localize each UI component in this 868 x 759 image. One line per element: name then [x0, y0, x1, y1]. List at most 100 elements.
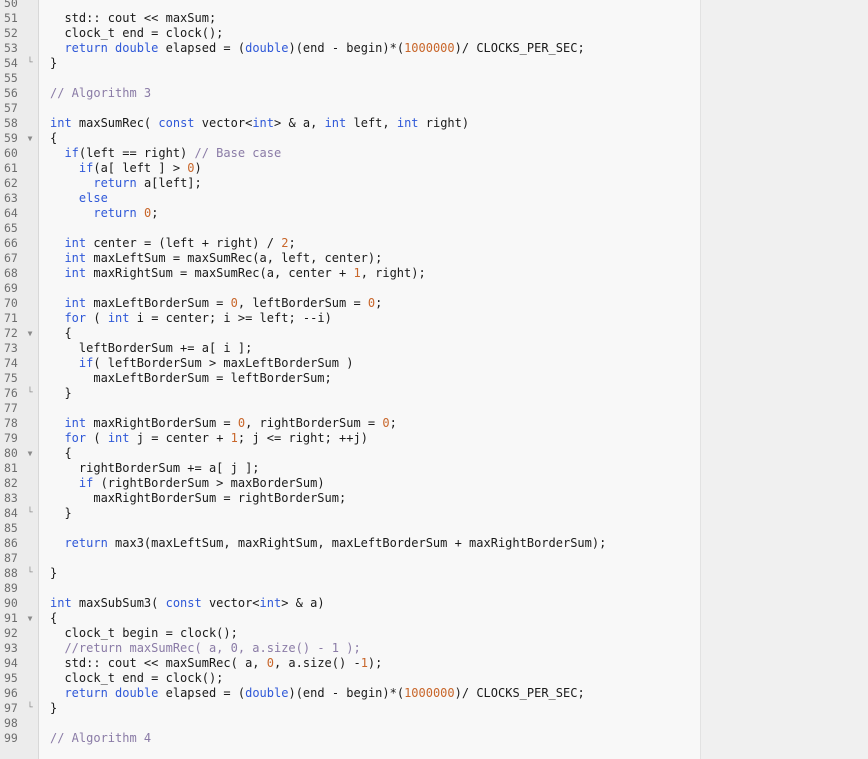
code-line[interactable]: 50 — [0, 0, 868, 11]
code-line[interactable]: 97 └} — [0, 701, 868, 716]
code-text: int maxLeftBorderSum = 0, leftBorderSum … — [50, 296, 382, 311]
code-token: vector< — [194, 116, 253, 130]
code-line[interactable]: 65 — [0, 221, 868, 236]
code-line[interactable]: 89 — [0, 581, 868, 596]
code-line[interactable]: 75 maxLeftBorderSum = leftBorderSum; — [0, 371, 868, 386]
code-line[interactable]: 98 — [0, 716, 868, 731]
code-line[interactable]: 54 └} — [0, 56, 868, 71]
code-line[interactable]: 70 int maxLeftBorderSum = 0, leftBorderS… — [0, 296, 868, 311]
code-line[interactable]: 84 └ } — [0, 506, 868, 521]
line-number: 84 — [4, 506, 18, 520]
code-token: center = (left + right) / — [86, 236, 282, 250]
code-line[interactable]: 68 int maxRightSum = maxSumRec(a, center… — [0, 266, 868, 281]
line-number: 82 — [4, 476, 18, 490]
code-token: i = center; i >= left; --i) — [129, 311, 332, 325]
line-number: 98 — [4, 716, 18, 730]
line-number: 61 — [4, 161, 18, 175]
code-line[interactable]: 83 maxRightBorderSum = rightBorderSum; — [0, 491, 868, 506]
code-text: clock_t end = clock(); — [50, 26, 223, 41]
line-number: 56 — [4, 86, 18, 100]
code-line[interactable]: 63 else — [0, 191, 868, 206]
fold-toggle-icon[interactable]: ▼ — [25, 326, 35, 341]
code-line[interactable]: 96 return double elapsed = (double)(end … — [0, 686, 868, 701]
line-number: 63 — [4, 191, 18, 205]
code-line[interactable]: 90 int maxSubSum3( const vector<int> & a) — [0, 596, 868, 611]
fold-toggle-icon[interactable]: ▼ — [25, 446, 35, 461]
code-line[interactable]: 76 └ } — [0, 386, 868, 401]
code-editor[interactable]: 50 51 std:: cout << maxSum; 52 clock_t end… — [0, 0, 868, 759]
code-text: return a[left]; — [50, 176, 201, 191]
line-number: 74 — [4, 356, 18, 370]
code-line[interactable]: 86 return max3(maxLeftSum, maxRightSum, … — [0, 536, 868, 551]
code-text: //return maxSumRec( a, 0, a.size() - 1 )… — [50, 641, 360, 656]
code-line[interactable]: 60 if(left == right) // Base case — [0, 146, 868, 161]
code-line[interactable]: 92 clock_t begin = clock(); — [0, 626, 868, 641]
code-text: } — [50, 506, 71, 521]
code-line[interactable]: 51 std:: cout << maxSum; — [0, 11, 868, 26]
code-token: ) — [194, 161, 202, 175]
code-line[interactable]: 80 ▼ { — [0, 446, 868, 461]
code-line[interactable]: 57 — [0, 101, 868, 116]
keyword-token: int — [107, 311, 130, 325]
code-line[interactable]: 85 — [0, 521, 868, 536]
number-token: 1000000 — [404, 686, 455, 700]
code-line[interactable]: 52 clock_t end = clock(); — [0, 26, 868, 41]
code-line[interactable]: 79 for ( int j = center + 1; j <= right;… — [0, 431, 868, 446]
code-line[interactable]: 73 leftBorderSum += a[ i ]; — [0, 341, 868, 356]
code-line[interactable]: 56 // Algorithm 3 — [0, 86, 868, 101]
code-token: )(end - begin)*( — [288, 686, 405, 700]
code-line[interactable]: 99 // Algorithm 4 — [0, 731, 868, 746]
code-line[interactable]: 55 — [0, 71, 868, 86]
code-token: } — [50, 701, 58, 715]
code-line[interactable]: 53 return double elapsed = (double)(end … — [0, 41, 868, 56]
code-line[interactable]: 72 ▼ { — [0, 326, 868, 341]
code-lines: 50 51 std:: cout << maxSum; 52 clock_t end… — [0, 0, 868, 746]
keyword-token: return — [64, 41, 108, 55]
code-line[interactable]: 87 — [0, 551, 868, 566]
line-number: 64 — [4, 206, 18, 220]
code-token: } — [50, 56, 58, 70]
code-line[interactable]: 95 clock_t end = clock(); — [0, 671, 868, 686]
keyword-token: if — [78, 356, 94, 370]
code-line[interactable]: 69 — [0, 281, 868, 296]
code-line[interactable]: 77 — [0, 401, 868, 416]
code-line[interactable]: 82 if (rightBorderSum > maxBorderSum) — [0, 476, 868, 491]
line-number: 55 — [4, 71, 18, 85]
comment-token: // Algorithm 3 — [50, 86, 152, 100]
code-line[interactable]: 78 int maxRightBorderSum = 0, rightBorde… — [0, 416, 868, 431]
code-line[interactable]: 64 return 0; — [0, 206, 868, 221]
code-line[interactable]: 58 int maxSumRec( const vector<int> & a, … — [0, 116, 868, 131]
line-number: 67 — [4, 251, 18, 265]
fold-toggle-icon[interactable]: ▼ — [25, 611, 35, 626]
code-line[interactable]: 91 ▼ { — [0, 611, 868, 626]
keyword-token: int — [50, 116, 72, 130]
code-line[interactable]: 74 if( leftBorderSum > maxLeftBorderSum … — [0, 356, 868, 371]
line-number: 96 — [4, 686, 18, 700]
code-line[interactable]: 66 int center = (left + right) / 2; — [0, 236, 868, 251]
line-number: 50 — [4, 0, 18, 10]
code-line[interactable]: 71 for ( int i = center; i >= left; --i) — [0, 311, 868, 326]
keyword-token: for — [64, 311, 87, 325]
code-line[interactable]: 67 int maxLeftSum = maxSumRec(a, left, c… — [0, 251, 868, 266]
fold-toggle-icon[interactable]: ▼ — [25, 131, 35, 146]
keyword-token: else — [78, 191, 108, 205]
code-line[interactable]: 88 └} — [0, 566, 868, 581]
code-token: max3(maxLeftSum, maxRightSum, maxLeftBor… — [107, 536, 607, 550]
code-token: left, — [346, 116, 397, 130]
code-text: { — [50, 131, 57, 146]
keyword-token: double — [245, 686, 289, 700]
code-text: return 0; — [50, 206, 158, 221]
code-line[interactable]: 62 return a[left]; — [0, 176, 868, 191]
line-number: 52 — [4, 26, 18, 40]
code-line[interactable]: 61 if(a[ left ] > 0) — [0, 161, 868, 176]
code-line[interactable]: 81 rightBorderSum += a[ j ]; — [0, 461, 868, 476]
code-text: for ( int i = center; i >= left; --i) — [50, 311, 332, 326]
code-line[interactable]: 94 std:: cout << maxSumRec( a, 0, a.size… — [0, 656, 868, 671]
code-token: (a[ left ] > — [93, 161, 188, 175]
code-token: { — [50, 446, 72, 460]
code-line[interactable]: 59 ▼ { — [0, 131, 868, 146]
code-line[interactable]: 93 //return maxSumRec( a, 0, a.size() - … — [0, 641, 868, 656]
code-text: } — [50, 56, 57, 71]
